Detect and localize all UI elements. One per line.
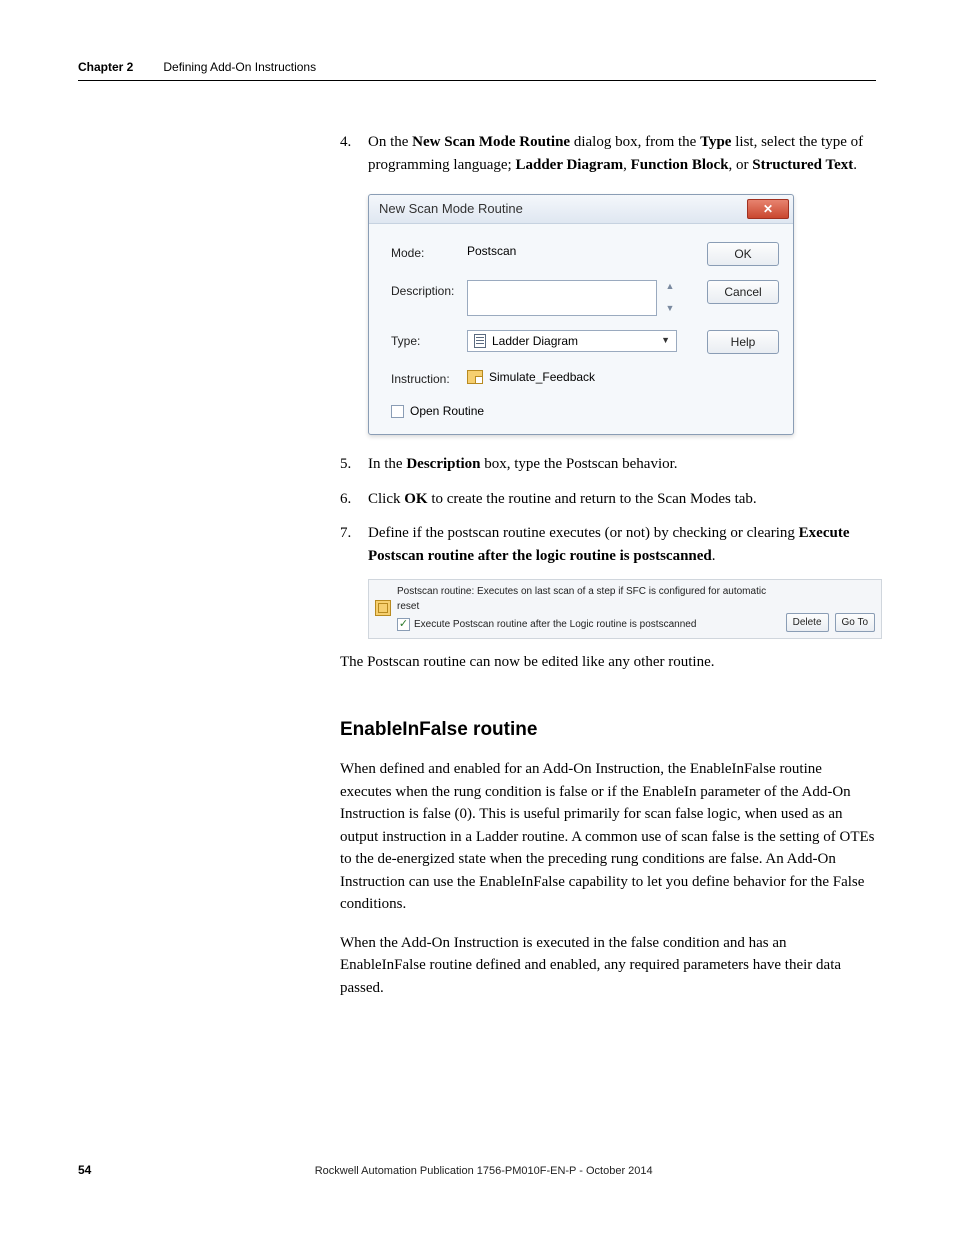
help-button[interactable]: Help bbox=[707, 330, 779, 354]
chapter-label: Chapter 2 bbox=[78, 60, 133, 74]
open-routine-checkbox[interactable] bbox=[391, 405, 404, 418]
paragraph: The Postscan routine can now be edited l… bbox=[340, 651, 876, 674]
ladder-diagram-icon bbox=[474, 334, 486, 348]
new-scan-mode-routine-dialog: New Scan Mode Routine ✕ Mode: Postscan O… bbox=[368, 194, 794, 435]
postscan-routine-panel: Postscan routine: Executes on last scan … bbox=[368, 579, 882, 639]
open-routine-label: Open Routine bbox=[410, 402, 484, 420]
step-number: 7. bbox=[340, 522, 368, 567]
step-body: Click OK to create the routine and retur… bbox=[368, 488, 876, 511]
step-4: 4. On the New Scan Mode Routine dialog b… bbox=[340, 131, 876, 176]
step-6: 6. Click OK to create the routine and re… bbox=[340, 488, 876, 511]
type-label: Type: bbox=[391, 330, 467, 350]
instruction-label: Instruction: bbox=[391, 368, 467, 388]
step-7: 7. Define if the postscan routine execut… bbox=[340, 522, 876, 567]
description-input[interactable] bbox=[467, 280, 657, 316]
page-footer: 54 Rockwell Automation Publication 1756-… bbox=[78, 1163, 876, 1177]
paragraph: When the Add-On Instruction is executed … bbox=[340, 932, 876, 1000]
close-icon: ✕ bbox=[763, 200, 773, 218]
section-heading: EnableInFalse routine bbox=[340, 716, 876, 745]
page-header: Chapter 2 Defining Add-On Instructions bbox=[78, 60, 876, 81]
close-button[interactable]: ✕ bbox=[747, 199, 789, 219]
ok-button[interactable]: OK bbox=[707, 242, 779, 266]
step-5: 5. In the Description box, type the Post… bbox=[340, 453, 876, 476]
mode-label: Mode: bbox=[391, 242, 467, 262]
description-label: Description: bbox=[391, 280, 467, 300]
step-number: 6. bbox=[340, 488, 368, 511]
goto-button[interactable]: Go To bbox=[835, 613, 876, 632]
step-body: On the New Scan Mode Routine dialog box,… bbox=[368, 131, 876, 176]
instruction-icon bbox=[467, 370, 483, 384]
step-number: 5. bbox=[340, 453, 368, 476]
snippet-line2: Execute Postscan routine after the Logic… bbox=[414, 617, 696, 632]
execute-postscan-checkbox[interactable] bbox=[397, 618, 410, 631]
routine-icon bbox=[375, 600, 391, 616]
chapter-title: Defining Add-On Instructions bbox=[163, 60, 316, 74]
type-select[interactable]: Ladder Diagram ▼ bbox=[467, 330, 677, 352]
scrollbar[interactable]: ▲ ▼ bbox=[663, 280, 677, 316]
cancel-button[interactable]: Cancel bbox=[707, 280, 779, 304]
snippet-line1: Postscan routine: Executes on last scan … bbox=[397, 584, 780, 614]
chevron-up-icon: ▲ bbox=[663, 280, 677, 294]
publication-info: Rockwell Automation Publication 1756-PM0… bbox=[91, 1165, 876, 1177]
delete-button[interactable]: Delete bbox=[786, 613, 829, 632]
instruction-value: Simulate_Feedback bbox=[489, 368, 595, 386]
dialog-title: New Scan Mode Routine bbox=[379, 199, 523, 219]
mode-value: Postscan bbox=[467, 242, 697, 260]
paragraph: When defined and enabled for an Add-On I… bbox=[340, 758, 876, 916]
page-number: 54 bbox=[78, 1163, 91, 1177]
step-body: In the Description box, type the Postsca… bbox=[368, 453, 876, 476]
step-number: 4. bbox=[340, 131, 368, 176]
chevron-down-icon: ▼ bbox=[663, 302, 677, 316]
type-value: Ladder Diagram bbox=[492, 332, 578, 350]
dialog-titlebar: New Scan Mode Routine ✕ bbox=[369, 195, 793, 224]
step-body: Define if the postscan routine executes … bbox=[368, 522, 876, 567]
chevron-down-icon: ▼ bbox=[661, 334, 670, 348]
